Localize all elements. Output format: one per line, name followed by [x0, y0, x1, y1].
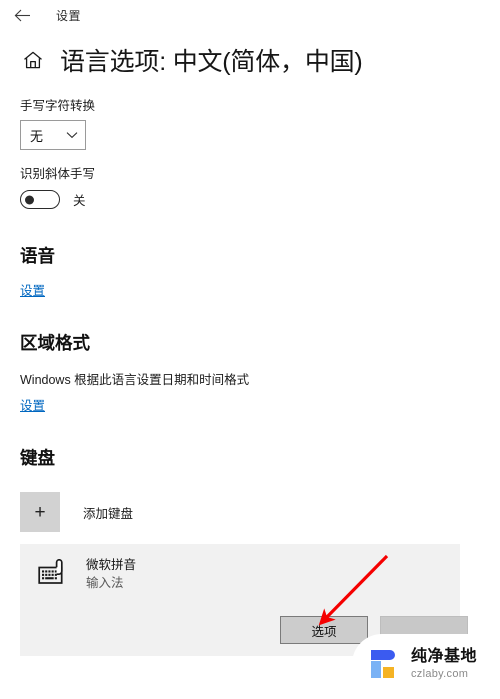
- back-button[interactable]: [0, 1, 44, 29]
- handwriting-conversion-dropdown[interactable]: 无: [20, 120, 86, 150]
- page-title: 语言选项: 中文(简体，中国): [60, 48, 363, 76]
- plus-icon: +: [20, 492, 60, 532]
- toggle-state-label: 关: [73, 194, 86, 208]
- options-button[interactable]: 选项: [280, 616, 368, 644]
- watermark: 纯净基地 czlaby.com: [352, 634, 500, 694]
- title-bar: 设置: [0, 0, 500, 30]
- dropdown-value: 无: [30, 128, 44, 144]
- watermark-url: czlaby.com: [411, 667, 469, 680]
- keyboard-hand-icon: [38, 559, 70, 589]
- speech-settings-link[interactable]: 设置: [20, 280, 45, 299]
- chevron-down-icon: [66, 131, 78, 139]
- region-section-title: 区域格式: [20, 333, 90, 353]
- back-arrow-icon: [14, 9, 31, 22]
- watermark-title: 纯净基地: [411, 647, 478, 665]
- keyboard-item-subtitle: 输入法: [86, 575, 124, 590]
- keyboard-item-name: 微软拼音: [86, 558, 137, 572]
- region-settings-link[interactable]: 设置: [20, 395, 45, 414]
- keyboard-section-title: 键盘: [20, 448, 55, 468]
- keyboard-item-texts: 微软拼音 输入法: [86, 557, 136, 592]
- italic-handwriting-label: 识别斜体手写: [20, 167, 96, 181]
- keyboard-item-main: 微软拼音 输入法: [20, 544, 460, 592]
- handwriting-label: 手写字符转换: [20, 99, 96, 113]
- watermark-logo-icon: [368, 647, 402, 681]
- add-keyboard-label: 添加键盘: [83, 506, 134, 521]
- italic-handwriting-row: 关: [20, 190, 480, 209]
- plus-glyph: +: [34, 501, 46, 523]
- toggle-knob: [25, 195, 34, 204]
- settings-content: 手写字符转换 无 识别斜体手写 关 语音 设置 区域格式 Windows 根据此…: [0, 95, 500, 656]
- watermark-texts: 纯净基地 czlaby.com: [411, 647, 478, 680]
- page-header: 语言选项: 中文(简体，中国): [0, 30, 500, 82]
- add-keyboard-button[interactable]: + 添加键盘: [20, 492, 480, 532]
- speech-section-title: 语音: [20, 246, 55, 266]
- home-icon[interactable]: [20, 47, 46, 73]
- italic-handwriting-toggle[interactable]: [20, 190, 60, 209]
- window-title: 设置: [56, 8, 82, 23]
- region-description: Windows 根据此语言设置日期和时间格式: [20, 373, 250, 387]
